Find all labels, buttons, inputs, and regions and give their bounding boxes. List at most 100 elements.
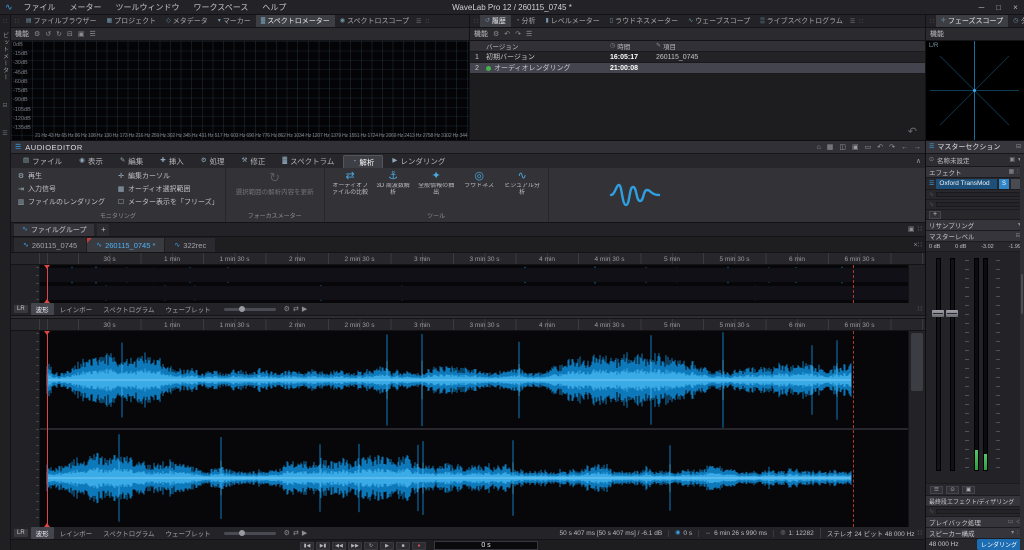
zoom-slider-thumb[interactable] bbox=[239, 306, 245, 312]
tool-button[interactable]: ⚓ 3D 周波数解析 bbox=[374, 171, 413, 198]
zoom-slider-thumb[interactable] bbox=[239, 530, 245, 536]
edge-tab-bitmeter[interactable]: ビットメーター bbox=[1, 32, 10, 81]
file-group-tab[interactable]: ∿ ファイルグループ bbox=[14, 224, 94, 236]
meter-options-button[interactable]: ▣ bbox=[962, 486, 975, 494]
panel-tab[interactable]: ▮ レベルメーター bbox=[540, 15, 604, 27]
editor-bar-icon[interactable]: ↶ bbox=[877, 144, 883, 151]
editor-bar-icon[interactable]: ▭ bbox=[865, 144, 872, 151]
editor-bar-icon[interactable]: ← bbox=[901, 144, 908, 151]
ribbon-tab[interactable]: ▓ スペクトラム bbox=[274, 155, 342, 168]
toolbar-icon[interactable]: ⚙ bbox=[34, 31, 40, 38]
menu-item[interactable]: ファイル bbox=[17, 2, 63, 13]
transport-button[interactable]: ▶ bbox=[380, 542, 394, 550]
panel-tab[interactable]: ✛ フェーズスコープ bbox=[936, 15, 1008, 27]
ribbon-tab[interactable]: ▶ レンダリング bbox=[384, 155, 453, 168]
panel-tab[interactable]: ∿ ウェーブスコープ bbox=[683, 15, 755, 27]
transport-button[interactable]: ◀◀ bbox=[332, 542, 346, 550]
fader-handle-left[interactable] bbox=[932, 310, 944, 317]
panel-tab[interactable]: ▦ プロジェクト bbox=[102, 15, 162, 27]
overview-channel-right[interactable] bbox=[40, 286, 908, 300]
editor-bar-icon[interactable]: ◫ bbox=[839, 144, 846, 151]
view-tab[interactable]: スペクトログラム bbox=[98, 303, 159, 315]
panel-menu-icon[interactable]: ☰ bbox=[850, 18, 855, 25]
toolbar-icon[interactable]: ☰ bbox=[526, 31, 532, 38]
view-tab[interactable]: ウェーブレット bbox=[161, 303, 216, 315]
effect-slot-1[interactable]: ☰ Oxford TransMod S bbox=[926, 178, 1024, 190]
preset-name[interactable]: 名称未設定 bbox=[937, 155, 970, 165]
dithering-slot[interactable]: ∿ bbox=[926, 507, 1024, 517]
dock-pin-icon[interactable]: ⊟ bbox=[2, 102, 7, 109]
playback-cursor[interactable] bbox=[47, 331, 48, 527]
view-tab[interactable]: ウェーブレット bbox=[161, 527, 216, 539]
column-item[interactable]: ✎項目 bbox=[656, 41, 925, 51]
add-file-group-button[interactable]: + bbox=[97, 224, 109, 236]
ribbon-toggle[interactable]: ☐ メーター表示を「フリーズ」 bbox=[117, 197, 219, 207]
menu-item[interactable]: ツールウィンドウ bbox=[109, 2, 187, 13]
update-analysis-button[interactable]: 選択範囲の解析内容を更新 bbox=[236, 186, 314, 196]
panel-tab[interactable]: ◇ メタデータ bbox=[161, 15, 213, 27]
effect-slot-3[interactable]: ∿ bbox=[926, 200, 1024, 210]
effect-slot-2[interactable]: ∿ bbox=[926, 190, 1024, 200]
ribbon-tab[interactable]: ◉ 表示 bbox=[71, 155, 111, 168]
view-tab[interactable]: スペクトログラム bbox=[98, 527, 159, 539]
menu-item[interactable]: ワークスペース bbox=[187, 2, 256, 13]
column-time[interactable]: ◷時間 bbox=[610, 41, 656, 51]
main-waveform[interactable] bbox=[11, 331, 925, 527]
menu-item[interactable]: メーター bbox=[63, 2, 109, 13]
zoom-ratio-status[interactable]: ◎1: 12282 bbox=[773, 530, 814, 537]
editor-bar-icon[interactable]: ⌂ bbox=[817, 144, 821, 151]
close-icon[interactable]: × bbox=[1007, 3, 1024, 12]
main-ruler[interactable]: 30 s1 min1 min 30 s2 min2 min 30 s3 min3… bbox=[11, 319, 925, 331]
panel-tab[interactable]: ▤ ファイルブラウザー bbox=[21, 15, 102, 27]
panel-tab[interactable]: ▾ マーカー bbox=[213, 15, 256, 27]
follow-playback-icon[interactable]: ▶ bbox=[302, 306, 307, 313]
tool-button[interactable]: ✦ 全般情報の抽出 bbox=[417, 171, 456, 198]
ribbon-tab[interactable]: ⚒ 修正 bbox=[234, 155, 274, 168]
ribbon-toggle[interactable]: ✛ 編集カーソル bbox=[117, 171, 219, 181]
editor-bar-icon[interactable]: → bbox=[914, 144, 921, 151]
view-settings-icon[interactable]: ⚙ bbox=[284, 530, 290, 537]
file-tab[interactable]: ∿ 322rec bbox=[165, 238, 215, 252]
link-faders-button[interactable]: ☰ bbox=[930, 486, 943, 494]
effects-options-icon[interactable]: ▦ bbox=[1009, 169, 1015, 175]
transport-button[interactable]: ● bbox=[412, 542, 426, 550]
tool-button[interactable]: ◎ ラウドネス bbox=[460, 171, 499, 198]
toolbar-icon[interactable]: ☰ bbox=[90, 31, 96, 38]
phasescope-display[interactable]: L/R bbox=[926, 41, 1024, 140]
master-pin-icon[interactable]: ⊟ bbox=[1016, 144, 1021, 150]
add-effect-button[interactable]: + bbox=[929, 211, 941, 219]
fader-track-right[interactable] bbox=[950, 258, 955, 471]
functions-menu[interactable]: 機能 bbox=[930, 29, 944, 39]
ribbon-tab[interactable]: ⚙ 処理 bbox=[193, 155, 233, 168]
view-tab[interactable]: 波形 bbox=[31, 527, 54, 539]
ribbon-tab[interactable]: ◔ 解析 bbox=[343, 155, 383, 168]
functions-menu[interactable]: 機能 bbox=[15, 29, 29, 39]
zoom-slider[interactable] bbox=[224, 308, 276, 311]
scroll-sync-icon[interactable]: ⇄ bbox=[293, 306, 299, 313]
file-group-options-icon[interactable]: ▣ bbox=[908, 226, 915, 233]
fader-handle-right[interactable] bbox=[946, 310, 958, 317]
ribbon-toggle[interactable]: ⚙ 再生 bbox=[17, 171, 105, 181]
plugin-name[interactable]: Oxford TransMod bbox=[936, 179, 997, 189]
plugin-menu-icon[interactable]: ☰ bbox=[929, 181, 934, 187]
tool-button[interactable]: ∿ ビジュアル分析 bbox=[503, 171, 542, 198]
toolbar-icon[interactable]: ↺ bbox=[45, 31, 51, 38]
scrollbar-thumb[interactable] bbox=[911, 333, 923, 391]
view-tab[interactable]: レインボー bbox=[55, 303, 98, 315]
view-settings-icon[interactable]: ⚙ bbox=[284, 306, 290, 313]
panel-tab[interactable]: ▯ ラウドネスメーター bbox=[605, 15, 683, 27]
overview-ruler[interactable]: 30 s1 min1 min 30 s2 min2 min 30 s3 min3… bbox=[11, 253, 925, 265]
toolbar-icon[interactable]: ⊟ bbox=[67, 31, 73, 38]
scroll-sync-icon[interactable]: ⇄ bbox=[293, 530, 299, 537]
audio-format-status[interactable]: ステレオ 24 ビット 48 000 Hz bbox=[820, 528, 915, 538]
master-level-section-header[interactable]: マスターレベル ⊟ bbox=[926, 231, 1024, 242]
monitor-icon[interactable]: ▭ bbox=[1008, 519, 1014, 525]
overview-waveform[interactable] bbox=[11, 265, 925, 303]
ribbon-tab[interactable]: ▤ ファイル bbox=[15, 155, 70, 168]
editor-bar-icon[interactable]: ▣ bbox=[852, 144, 859, 151]
master-section-header[interactable]: ☰ マスターセクション ⊟ bbox=[926, 141, 1024, 154]
transport-button[interactable]: ▶▶ bbox=[348, 542, 362, 550]
ribbon-toggle[interactable]: ▥ ファイルのレンダリング bbox=[17, 197, 105, 207]
functions-menu[interactable]: 機能 bbox=[474, 29, 488, 39]
view-tab[interactable]: レインボー bbox=[55, 527, 98, 539]
